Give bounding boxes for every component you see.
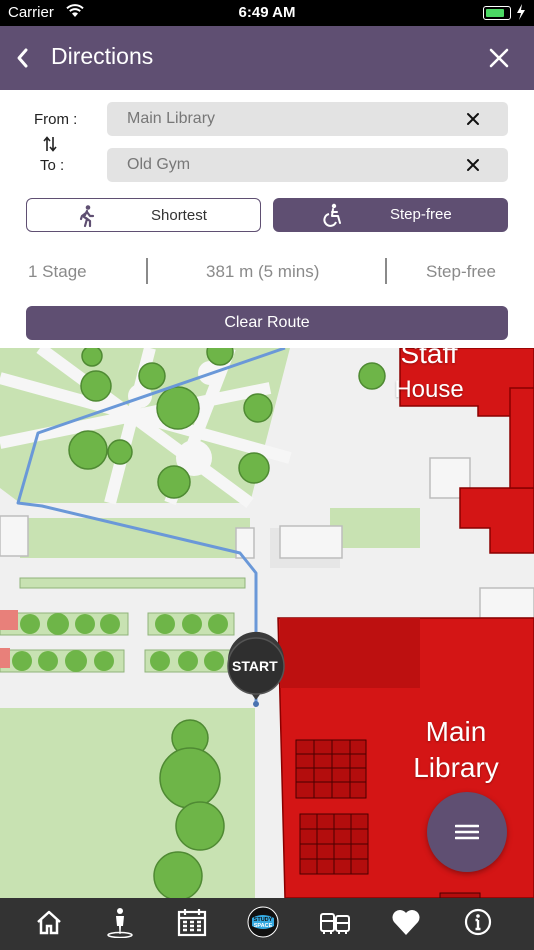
swap-icon[interactable] bbox=[42, 135, 58, 153]
navigation-bar: Directions bbox=[0, 26, 534, 90]
building-name-line2: Library bbox=[413, 752, 499, 783]
home-icon[interactable] bbox=[33, 906, 65, 938]
route-type: Step-free bbox=[426, 262, 496, 281]
from-label: From : bbox=[34, 111, 78, 128]
building-name-line1: Staff bbox=[400, 348, 458, 369]
bus-icon[interactable] bbox=[319, 906, 351, 938]
study-space-icon[interactable]: STUDY SPACE bbox=[247, 906, 279, 938]
back-chevron-icon[interactable] bbox=[14, 46, 30, 70]
walking-icon bbox=[79, 205, 95, 228]
divider bbox=[146, 258, 148, 284]
stage-count: 1 Stage bbox=[28, 262, 87, 281]
shortest-label: Shortest bbox=[151, 207, 207, 224]
divider bbox=[385, 258, 387, 284]
route-panel: From : To : Shortest Step-free 1 Stage 3… bbox=[0, 90, 534, 348]
person-location-icon[interactable] bbox=[104, 906, 136, 938]
to-field[interactable] bbox=[107, 148, 508, 182]
wheelchair-icon bbox=[323, 203, 341, 227]
from-field[interactable] bbox=[107, 102, 508, 136]
menu-icon bbox=[455, 824, 479, 840]
info-icon[interactable] bbox=[462, 906, 494, 938]
start-marker[interactable]: START bbox=[232, 658, 278, 674]
shortest-mode-button[interactable]: Shortest bbox=[26, 198, 261, 232]
to-input[interactable] bbox=[127, 148, 447, 182]
heart-icon[interactable] bbox=[390, 906, 422, 938]
menu-fab-button[interactable] bbox=[427, 792, 507, 872]
battery-icon bbox=[483, 6, 511, 20]
campus-map[interactable]: Staff House Main Library START bbox=[0, 348, 534, 898]
clear-to-icon[interactable] bbox=[466, 158, 480, 172]
bottom-tab-bar: STUDY SPACE bbox=[0, 898, 534, 950]
route-distance-time: 381 m (5 mins) bbox=[206, 262, 320, 281]
stepfree-label: Step-free bbox=[390, 206, 452, 223]
building-name-line1: Main bbox=[425, 716, 487, 747]
from-input[interactable] bbox=[127, 102, 447, 136]
stepfree-mode-button[interactable]: Step-free bbox=[273, 198, 508, 232]
building-name-line2: House bbox=[394, 376, 464, 403]
clear-from-icon[interactable] bbox=[466, 112, 480, 126]
charging-icon bbox=[517, 4, 525, 20]
close-icon[interactable] bbox=[487, 46, 511, 70]
page-title: Directions bbox=[51, 43, 154, 69]
status-bar: Carrier 6:49 AM bbox=[0, 0, 534, 26]
calendar-icon[interactable] bbox=[176, 906, 208, 938]
svg-text:SPACE: SPACE bbox=[254, 923, 273, 929]
building-label-staff-house: Staff House bbox=[386, 348, 472, 408]
building-label-main-library[interactable]: Main Library bbox=[402, 714, 510, 786]
to-label: To : bbox=[40, 157, 65, 174]
clock: 6:49 AM bbox=[238, 4, 296, 21]
clear-route-button[interactable]: Clear Route bbox=[26, 306, 508, 340]
